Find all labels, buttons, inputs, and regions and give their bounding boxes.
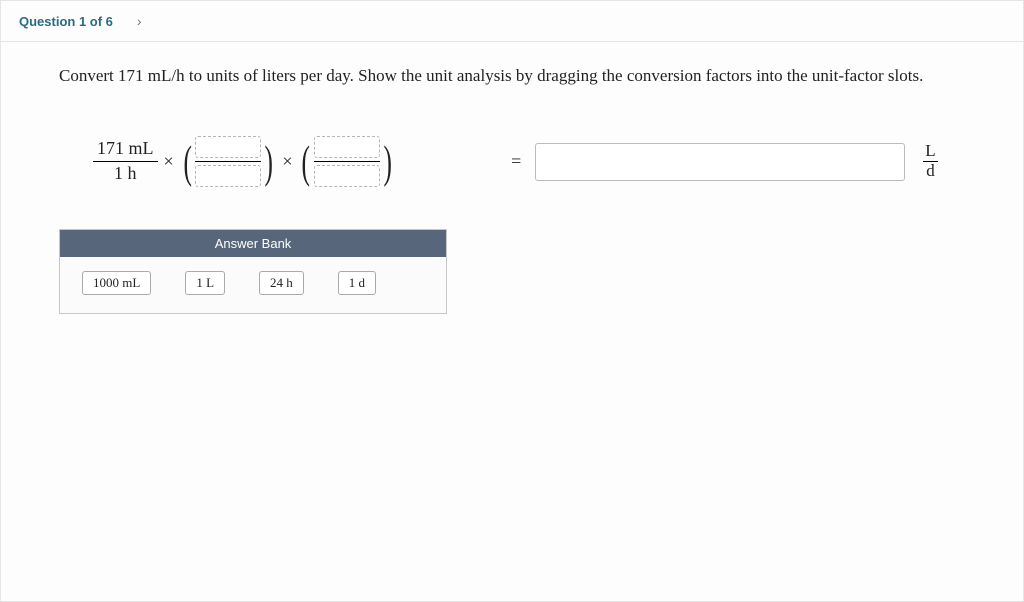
slot-2-denominator[interactable] bbox=[314, 165, 380, 187]
answer-bank: Answer Bank 1000 mL 1 L 24 h 1 d bbox=[59, 229, 447, 314]
question-counter: Question 1 of 6 bbox=[19, 14, 113, 29]
header-bar: Question 1 of 6 › bbox=[1, 1, 1023, 42]
answer-bank-items: 1000 mL 1 L 24 h 1 d bbox=[60, 257, 446, 313]
slot-2-divider bbox=[314, 161, 380, 162]
equation-lhs: 171 mL 1 h × × bbox=[93, 136, 395, 187]
next-question-button[interactable]: › bbox=[131, 11, 148, 31]
slot-1-denominator[interactable] bbox=[195, 165, 261, 187]
bank-chip[interactable]: 1 L bbox=[185, 271, 225, 295]
equation-row: 171 mL 1 h × × bbox=[59, 136, 965, 187]
given-fraction: 171 mL 1 h bbox=[93, 138, 158, 184]
times-operator: × bbox=[158, 151, 180, 172]
equation-rhs: = L d bbox=[511, 142, 965, 180]
page: Question 1 of 6 › Convert 171 mL/h to un… bbox=[0, 0, 1024, 602]
equals-sign: = bbox=[511, 151, 521, 172]
slot-1-fraction bbox=[195, 136, 261, 187]
result-unit-numerator: L bbox=[923, 142, 937, 161]
answer-bank-title: Answer Bank bbox=[60, 230, 446, 257]
content-area: Convert 171 mL/h to units of liters per … bbox=[1, 42, 1023, 314]
given-denominator: 1 h bbox=[93, 161, 158, 185]
bank-chip[interactable]: 24 h bbox=[259, 271, 304, 295]
final-answer-input[interactable] bbox=[535, 143, 905, 181]
slot-1-divider bbox=[195, 161, 261, 162]
slot-2-fraction bbox=[314, 136, 380, 187]
bank-chip[interactable]: 1000 mL bbox=[82, 271, 151, 295]
factor-slot-1 bbox=[180, 136, 277, 187]
bank-chip[interactable]: 1 d bbox=[338, 271, 376, 295]
result-unit-denominator: d bbox=[923, 161, 937, 181]
slot-2-numerator[interactable] bbox=[314, 136, 380, 158]
question-prompt: Convert 171 mL/h to units of liters per … bbox=[59, 66, 965, 86]
slot-1-numerator[interactable] bbox=[195, 136, 261, 158]
factor-slot-2 bbox=[298, 136, 395, 187]
result-unit: L d bbox=[923, 142, 937, 180]
given-numerator: 171 mL bbox=[93, 138, 158, 161]
times-operator: × bbox=[276, 151, 298, 172]
